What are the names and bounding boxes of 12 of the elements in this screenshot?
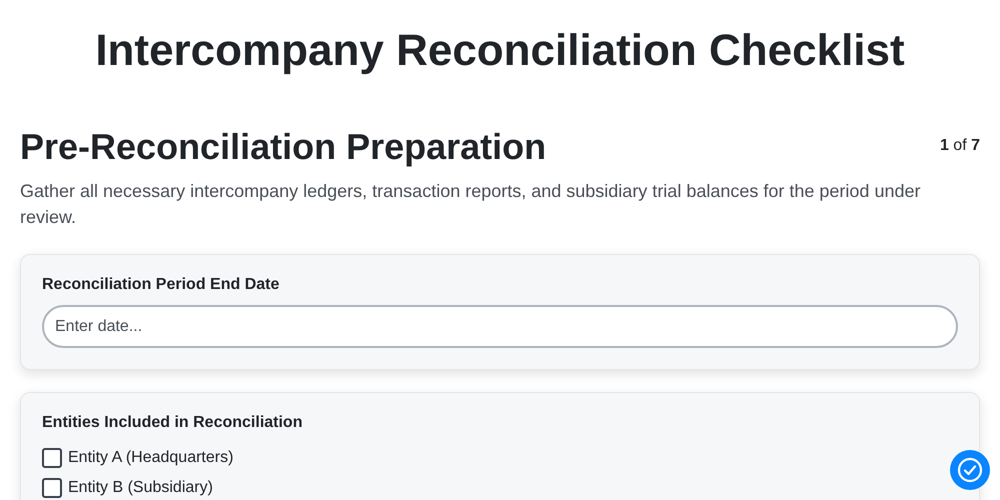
option-label: Entity B (Subsidiary)	[68, 479, 213, 497]
page-title: Intercompany Reconciliation Checklist	[94, 25, 906, 76]
check-circle-icon	[957, 457, 983, 483]
step-counter: 1 of 7	[940, 137, 980, 155]
date-input[interactable]: Enter date...	[42, 305, 958, 348]
checkbox[interactable]	[42, 448, 62, 468]
field-label: Entities Included in Reconciliation	[42, 413, 304, 433]
checkbox[interactable]	[42, 478, 62, 498]
option-label: Entity A (Headquarters)	[68, 449, 234, 467]
field-label: Reconciliation Period End Date	[42, 275, 280, 295]
step-description: Gather all necessary intercompany ledgers, transaction reports, and subsidiary trial balances for the period under review.	[20, 180, 922, 229]
step-title: Pre-Reconciliation Preparation	[20, 126, 546, 168]
